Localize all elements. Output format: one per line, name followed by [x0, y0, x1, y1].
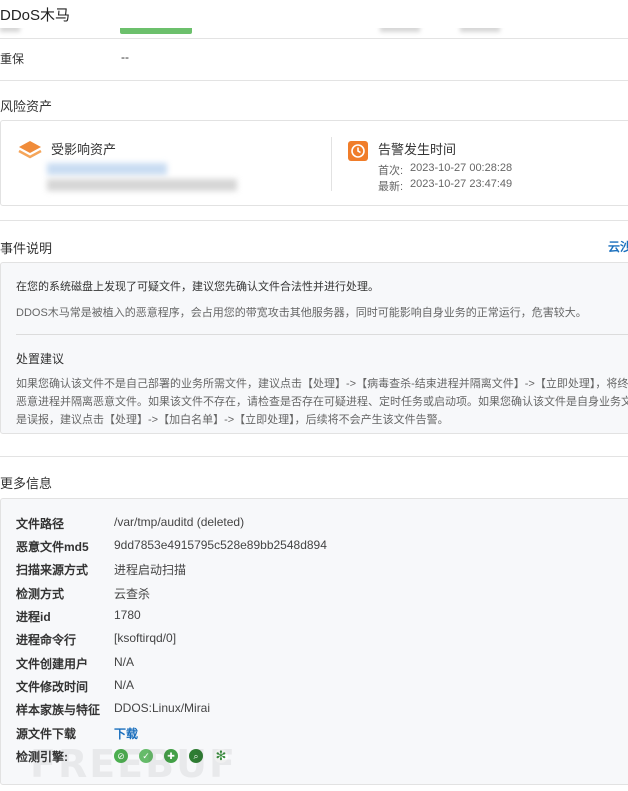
info-label: 扫描来源方式 [16, 563, 89, 577]
info-value: DDOS:Linux/Mirai [114, 701, 211, 715]
layers-icon [17, 139, 43, 161]
info-value: 9dd7853e4915795c528e89bb2548d894 [114, 538, 327, 552]
info-label: 文件修改时间 [16, 680, 89, 694]
event-description-title: 事件说明 [0, 241, 53, 256]
info-label: 检测方式 [16, 587, 65, 601]
blurred-asset-ip [47, 179, 237, 191]
info-label: 文件路径 [16, 517, 65, 531]
divider [0, 38, 628, 39]
info-value: [ksoftirqd/0] [114, 631, 177, 645]
cloud-sandbox-link[interactable]: 云沙 [608, 238, 628, 255]
alert-time-label: 告警发生时间 [378, 142, 457, 157]
info-value: 进程启动扫描 [114, 563, 187, 577]
divider [0, 456, 628, 457]
info-value: 1780 [114, 608, 141, 622]
info-value: N/A [114, 655, 135, 669]
advice-line: 是误报，建议点击【处理】->【加白名单】->【立即处理】，后续将不会产生该文件告… [16, 414, 449, 426]
divider [0, 80, 628, 81]
divider [331, 137, 332, 191]
info-label: 文件创建用户 [16, 657, 89, 671]
affected-assets-label: 受影响资产 [51, 142, 117, 157]
info-value: /var/tmp/auditd (deleted) [114, 515, 245, 529]
page-title: DDoS木马 [0, 7, 71, 24]
more-info-title: 更多信息 [0, 476, 53, 491]
key-insurance-value: -- [121, 50, 129, 64]
last-seen-label: 最新: [378, 181, 404, 193]
watermark: FREEBUF [30, 742, 237, 786]
download-label: 源文件下载 [16, 727, 77, 741]
event-summary: 在您的系统磁盘上发现了可疑文件，建议您先确认文件合法性并进行处理。 [16, 281, 379, 293]
event-description-card: 在您的系统磁盘上发现了可疑文件，建议您先确认文件合法性并进行处理。 DDOS木马… [0, 262, 628, 434]
advice-line: 如果您确认该文件不是自己部署的业务所需文件，建议点击【处理】->【病毒查杀-结束… [16, 378, 628, 390]
cropped-row [0, 28, 628, 38]
info-value: 云查杀 [114, 587, 151, 601]
event-detail: DDOS木马常是被植入的恶意程序，会占用您的带宽攻击其他服务器，同时可能影响自身… [16, 307, 587, 319]
first-seen-label: 首次: [378, 165, 404, 177]
info-label: 进程命令行 [16, 633, 77, 647]
risk-assets-title: 风险资产 [0, 99, 53, 114]
advice-line: 恶意进程并隔离恶意文件。如果该文件不存在，请检查是否存在可疑进程、定时任务或启动… [16, 396, 628, 408]
clock-icon [348, 141, 368, 161]
divider [16, 334, 628, 335]
risk-assets-card: 受影响资产 告警发生时间 首次: 2023-10-27 00:28:28 最新:… [0, 120, 628, 206]
info-label: 恶意文件md5 [16, 540, 89, 554]
divider [0, 220, 628, 221]
download-link[interactable]: 下载 [114, 725, 138, 742]
key-insurance-label: 重保 [0, 52, 25, 66]
info-label: 样本家族与特征 [16, 703, 101, 717]
last-seen-value: 2023-10-27 23:47:49 [410, 178, 513, 190]
advice-title: 处置建议 [16, 352, 65, 366]
info-value: N/A [114, 678, 135, 692]
blurred-asset-name [47, 163, 167, 175]
first-seen-value: 2023-10-27 00:28:28 [410, 162, 513, 174]
info-label: 进程id [16, 610, 51, 624]
